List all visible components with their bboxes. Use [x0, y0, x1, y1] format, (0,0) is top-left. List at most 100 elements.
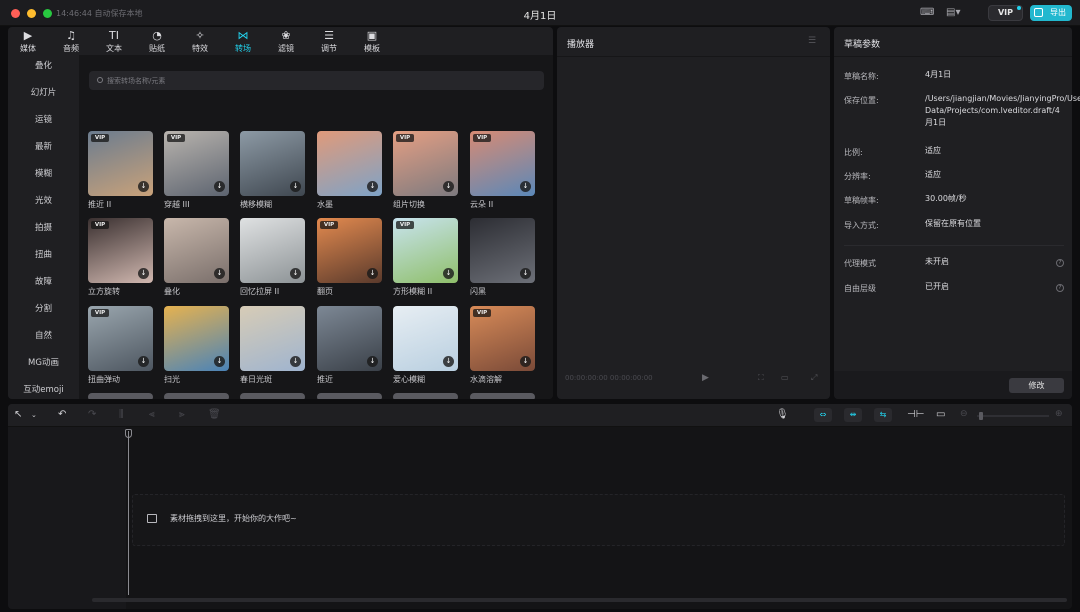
- help-icon[interactable]: ?: [1056, 259, 1064, 267]
- main-track-magnet-icon[interactable]: ⇔: [814, 408, 832, 422]
- split-icon[interactable]: ⫼: [119, 409, 124, 420]
- download-icon[interactable]: ↓: [367, 268, 378, 279]
- transition-thumbnail[interactable]: ↓: [164, 218, 229, 283]
- fit-screen-icon[interactable]: ⛶: [758, 373, 764, 383]
- zoom-slider-thumb[interactable]: [979, 412, 983, 420]
- timeline-scrollbar[interactable]: [92, 598, 1067, 602]
- category-item[interactable]: 扭曲: [8, 248, 79, 260]
- download-icon[interactable]: ↓: [214, 268, 225, 279]
- transition-thumbnail-partial[interactable]: [393, 393, 458, 399]
- tab-filter[interactable]: ❀ 滤镜: [266, 29, 306, 57]
- transition-thumbnail[interactable]: ↓: [240, 218, 305, 283]
- redo-icon[interactable]: ↷: [88, 409, 96, 420]
- category-item[interactable]: 分割: [8, 302, 79, 314]
- download-icon[interactable]: ↓: [138, 268, 149, 279]
- download-icon[interactable]: ↓: [290, 356, 301, 367]
- category-item[interactable]: 故障: [8, 275, 79, 287]
- transition-thumbnail[interactable]: VIP ↓: [88, 218, 153, 283]
- tab-media[interactable]: ▶ 媒体: [8, 29, 48, 57]
- download-icon[interactable]: ↓: [443, 181, 454, 192]
- chevron-down-icon[interactable]: ⌄: [31, 411, 37, 419]
- play-icon[interactable]: ▶: [702, 373, 709, 383]
- transition-thumbnail[interactable]: VIP ↓: [470, 306, 535, 371]
- category-item[interactable]: 模糊: [8, 167, 79, 179]
- transition-thumbnail-partial[interactable]: [240, 393, 305, 399]
- tab-template[interactable]: ▣ 模板: [352, 29, 392, 57]
- download-icon[interactable]: ↓: [367, 356, 378, 367]
- zoom-slider[interactable]: [977, 415, 1049, 417]
- category-item[interactable]: 自然: [8, 329, 79, 341]
- category-item[interactable]: 幻灯片: [8, 86, 79, 98]
- transition-thumbnail-partial[interactable]: [470, 393, 535, 399]
- help-icon[interactable]: ?: [1056, 284, 1064, 292]
- preview-axis-icon[interactable]: ⊣⊢: [907, 409, 924, 420]
- fullscreen-icon[interactable]: ⤢: [811, 373, 817, 383]
- undo-icon[interactable]: ↶: [58, 409, 66, 420]
- transition-thumbnail[interactable]: ↓: [240, 306, 305, 371]
- transition-thumbnail[interactable]: ↓: [164, 306, 229, 371]
- download-icon[interactable]: ↓: [443, 356, 454, 367]
- transition-thumbnail[interactable]: VIP ↓: [164, 131, 229, 196]
- download-icon[interactable]: ↓: [367, 181, 378, 192]
- download-icon[interactable]: ↓: [138, 181, 149, 192]
- tab-audio[interactable]: ♫ 音频: [51, 29, 91, 57]
- ratio-icon[interactable]: ▭: [781, 373, 789, 382]
- download-icon[interactable]: ↓: [290, 181, 301, 192]
- tab-label: 滤镜: [278, 44, 294, 53]
- tab-transition[interactable]: ⋈ 转场: [223, 29, 263, 57]
- vip-badge: VIP: [91, 134, 109, 142]
- category-item[interactable]: 运镜: [8, 113, 79, 125]
- transition-thumbnail[interactable]: ↓: [317, 306, 382, 371]
- delete-icon[interactable]: 🗑: [208, 409, 221, 420]
- transition-label: 叠化: [164, 287, 180, 296]
- tab-effects[interactable]: ✧ 特效: [180, 29, 220, 57]
- screen-icon[interactable]: ▭: [936, 409, 945, 420]
- transition-thumbnail-partial[interactable]: [88, 393, 153, 399]
- category-item[interactable]: 互动emoji: [8, 383, 79, 395]
- zoom-in-icon[interactable]: ⊕: [1055, 409, 1063, 419]
- download-icon[interactable]: ↓: [520, 268, 531, 279]
- transition-thumbnail[interactable]: ↓: [393, 306, 458, 371]
- download-icon[interactable]: ↓: [214, 181, 225, 192]
- menu-icon[interactable]: ☰: [808, 36, 817, 46]
- delete-right-icon[interactable]: ⫸: [179, 409, 185, 420]
- category-item[interactable]: MG动画: [8, 356, 79, 368]
- keyboard-shortcut-icon[interactable]: ⌨: [920, 7, 934, 19]
- download-icon[interactable]: ↓: [520, 181, 531, 192]
- search-input[interactable]: [107, 74, 527, 87]
- transition-thumbnail[interactable]: VIP ↓: [88, 306, 153, 371]
- modify-button[interactable]: 修改: [1009, 378, 1064, 393]
- transition-thumbnail[interactable]: ↓: [317, 131, 382, 196]
- tab-text[interactable]: TI 文本: [94, 29, 134, 57]
- category-item[interactable]: 拍摄: [8, 221, 79, 233]
- category-item[interactable]: 光效: [8, 194, 79, 206]
- zoom-out-icon[interactable]: ⊖: [960, 409, 968, 419]
- layout-icon[interactable]: ▤▾: [946, 7, 960, 19]
- auto-snap-icon[interactable]: ⇹: [844, 408, 862, 422]
- download-icon[interactable]: ↓: [290, 268, 301, 279]
- transition-thumbnail-partial[interactable]: [164, 393, 229, 399]
- text-icon: TI: [109, 29, 119, 42]
- transition-thumbnail[interactable]: VIP ↓: [317, 218, 382, 283]
- tab-adjust[interactable]: ☰ 调节: [309, 29, 349, 57]
- transition-thumbnail[interactable]: VIP ↓: [88, 131, 153, 196]
- transition-thumbnail[interactable]: ↓: [470, 218, 535, 283]
- tab-sticker[interactable]: ◔ 贴纸: [137, 29, 177, 57]
- download-icon[interactable]: ↓: [520, 356, 531, 367]
- category-item[interactable]: 叠化: [8, 59, 79, 71]
- microphone-icon[interactable]: 🎙: [776, 409, 789, 420]
- linkage-icon[interactable]: ⇆: [874, 408, 892, 422]
- transition-thumbnail[interactable]: VIP ↓: [470, 131, 535, 196]
- category-item[interactable]: 最新: [8, 140, 79, 152]
- transition-thumbnail[interactable]: ↓: [240, 131, 305, 196]
- transition-thumbnail-partial[interactable]: [317, 393, 382, 399]
- download-icon[interactable]: ↓: [214, 356, 225, 367]
- select-cursor-icon[interactable]: ↖: [14, 409, 22, 420]
- transition-thumbnail[interactable]: VIP ↓: [393, 218, 458, 283]
- download-icon[interactable]: ↓: [138, 356, 149, 367]
- transition-thumbnail[interactable]: VIP ↓: [393, 131, 458, 196]
- delete-left-icon[interactable]: ⫷: [149, 409, 155, 420]
- playhead[interactable]: [128, 431, 129, 595]
- download-icon[interactable]: ↓: [443, 268, 454, 279]
- adjust-icon: ☰: [324, 29, 334, 42]
